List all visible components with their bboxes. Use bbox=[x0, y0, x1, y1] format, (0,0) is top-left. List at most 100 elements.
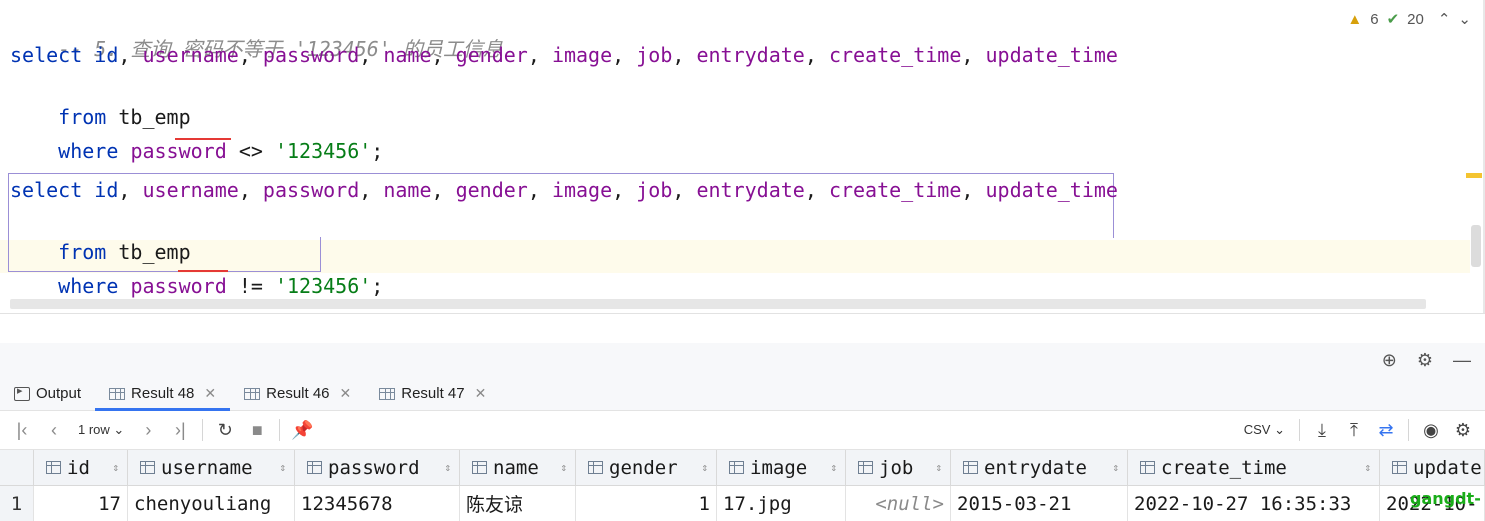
column-header-label: id bbox=[67, 456, 90, 479]
cell-entrydate[interactable]: 2015-03-21 bbox=[951, 486, 1128, 521]
upload-icon[interactable]: ⤒ bbox=[1338, 420, 1370, 441]
tab-output[interactable]: Output bbox=[0, 377, 95, 410]
rows-label: 1 row bbox=[78, 422, 110, 437]
horizontal-scrollbar[interactable] bbox=[10, 299, 1426, 309]
column-create_time: create_time bbox=[828, 43, 962, 67]
sort-icon[interactable]: ⇕ bbox=[830, 461, 837, 474]
column-id: id bbox=[94, 43, 119, 67]
cell-id[interactable]: 17 bbox=[34, 486, 128, 521]
query1-select-line[interactable]: select id, username, password, name, gen… bbox=[10, 41, 1118, 69]
sort-icon[interactable]: ⇕ bbox=[701, 461, 708, 474]
toolbar-separator bbox=[279, 419, 281, 441]
column-header-update[interactable]: update bbox=[1380, 450, 1485, 485]
column-header-id[interactable]: id ⇕ bbox=[34, 450, 128, 485]
pin-icon[interactable]: 📌 bbox=[286, 420, 318, 441]
cell-gender[interactable]: 1 bbox=[576, 486, 717, 521]
column-header-label: name bbox=[493, 456, 539, 479]
close-icon[interactable]: ✕ bbox=[340, 385, 352, 402]
column-update_time: update_time bbox=[985, 43, 1118, 67]
chevron-up-icon[interactable]: ⌃ bbox=[1438, 10, 1451, 28]
services-toolbar: ⊕ ⚙ — bbox=[0, 343, 1485, 377]
cell-job[interactable]: <null> bbox=[846, 486, 951, 521]
cell-username[interactable]: chenyouliang bbox=[128, 486, 295, 521]
sort-icon[interactable]: ⇕ bbox=[560, 461, 567, 474]
column-image: image bbox=[551, 178, 613, 202]
column-header-name[interactable]: name ⇕ bbox=[460, 450, 576, 485]
column-header-label: password bbox=[328, 456, 420, 479]
table-row[interactable]: 1 17 chenyouliang 12345678 陈友谅 1 17.jpg <null> 2… bbox=[0, 486, 1485, 521]
sort-icon[interactable]: ⇕ bbox=[935, 461, 942, 474]
stop-icon[interactable]: ■ bbox=[241, 420, 273, 441]
cell-create_time[interactable]: 2022-10-27 16:35:33 bbox=[1128, 486, 1380, 521]
sort-icon[interactable]: ⇕ bbox=[1112, 461, 1119, 474]
column-header-gender[interactable]: gender ⇕ bbox=[576, 450, 717, 485]
previous-page-icon[interactable]: ‹ bbox=[38, 420, 70, 441]
sort-icon[interactable]: ⇕ bbox=[444, 461, 451, 474]
tab-result-46[interactable]: Result 46 ✕ bbox=[230, 377, 365, 410]
eye-icon[interactable]: ◉ bbox=[1415, 420, 1447, 441]
compare-icon[interactable]: ⇄ bbox=[1370, 420, 1402, 441]
grid-header: id ⇕ username ⇕ password ⇕ name ⇕ gender ⇕ image ⇕ j… bbox=[0, 450, 1485, 486]
column-name: name bbox=[383, 43, 432, 67]
close-icon[interactable]: ✕ bbox=[475, 385, 487, 402]
toolbar-separator bbox=[1299, 419, 1300, 441]
toolbar-separator bbox=[1408, 419, 1409, 441]
next-page-icon[interactable]: › bbox=[132, 420, 164, 441]
cell-password[interactable]: 12345678 bbox=[295, 486, 460, 521]
column-header-label: job bbox=[879, 456, 914, 479]
warning-squiggle bbox=[178, 270, 228, 272]
gear-icon[interactable]: ⚙ bbox=[1417, 350, 1433, 371]
last-page-icon[interactable]: ›| bbox=[164, 420, 196, 441]
column-username: username bbox=[142, 178, 239, 202]
sort-icon[interactable]: ⇕ bbox=[112, 461, 119, 474]
sql-editor[interactable]: -- 5. 查询 密码不等于 '123456' 的员工信息 select id,… bbox=[0, 0, 1485, 313]
sort-icon[interactable]: ⇕ bbox=[279, 461, 286, 474]
chevron-down-icon[interactable]: ⌄ bbox=[1458, 10, 1471, 28]
query2-select-line[interactable]: select id, username, password, name, gen… bbox=[10, 176, 1118, 204]
column-header-label: username bbox=[161, 456, 253, 479]
close-icon[interactable]: ✕ bbox=[204, 385, 216, 402]
column-entrydate: entrydate bbox=[696, 43, 805, 67]
gear-icon[interactable]: ⚙ bbox=[1447, 420, 1479, 441]
first-page-icon[interactable]: |‹ bbox=[6, 420, 38, 441]
where-keyword: where bbox=[58, 274, 119, 298]
refresh-icon[interactable]: ↻ bbox=[209, 420, 241, 441]
column-header-create_time[interactable]: create_time ⇕ bbox=[1128, 450, 1380, 485]
download-icon[interactable]: ⤓ bbox=[1306, 420, 1338, 441]
console-output-icon bbox=[14, 384, 30, 401]
tab-result-47[interactable]: Result 47 ✕ bbox=[365, 377, 500, 410]
column-entrydate: entrydate bbox=[696, 178, 805, 202]
minimize-icon[interactable]: — bbox=[1453, 350, 1471, 371]
inspection-widget[interactable]: ▲ 6 ✔ 20 ⌃ ⌄ bbox=[1347, 10, 1471, 29]
sort-icon[interactable]: ⇕ bbox=[1364, 461, 1371, 474]
terminator: ; bbox=[371, 274, 384, 298]
column-gender: gender bbox=[455, 43, 528, 67]
row-number[interactable]: 1 bbox=[0, 486, 34, 521]
column-username: username bbox=[142, 43, 239, 67]
rows-per-page-select[interactable]: 1 row ⌄ bbox=[70, 422, 132, 438]
column-update_time: update_time bbox=[985, 178, 1118, 202]
export-format-select[interactable]: CSV ⌄ bbox=[1236, 422, 1293, 438]
warning-scroll-marker[interactable] bbox=[1466, 173, 1482, 178]
column-header-password[interactable]: password ⇕ bbox=[295, 450, 460, 485]
checkmark-icon: ✔ bbox=[1386, 11, 1400, 28]
column-header-username[interactable]: username ⇕ bbox=[128, 450, 295, 485]
ok-count: 20 bbox=[1407, 10, 1424, 28]
column-icon bbox=[729, 461, 744, 474]
column-header-entrydate[interactable]: entrydate ⇕ bbox=[951, 450, 1128, 485]
string-literal: '123456' bbox=[274, 139, 372, 163]
cell-image[interactable]: 17.jpg bbox=[717, 486, 846, 521]
result-tabs: Output Result 48 ✕ Result 46 ✕ Result 47… bbox=[0, 377, 1485, 411]
panel-divider[interactable] bbox=[0, 313, 1485, 344]
warning-count: 6 bbox=[1370, 10, 1379, 28]
warning-squiggle bbox=[175, 138, 231, 140]
tab-result-48[interactable]: Result 48 ✕ bbox=[95, 377, 231, 411]
column-icon bbox=[140, 461, 155, 474]
column-header-job[interactable]: job ⇕ bbox=[846, 450, 951, 485]
cell-name[interactable]: 陈友谅 bbox=[460, 486, 576, 521]
row-number-header[interactable] bbox=[0, 450, 34, 485]
column-header-image[interactable]: image ⇕ bbox=[717, 450, 846, 485]
vertical-scrollbar-thumb[interactable] bbox=[1471, 225, 1481, 267]
crosshair-icon[interactable]: ⊕ bbox=[1382, 350, 1397, 371]
tab-label: Result 46 bbox=[266, 385, 330, 402]
